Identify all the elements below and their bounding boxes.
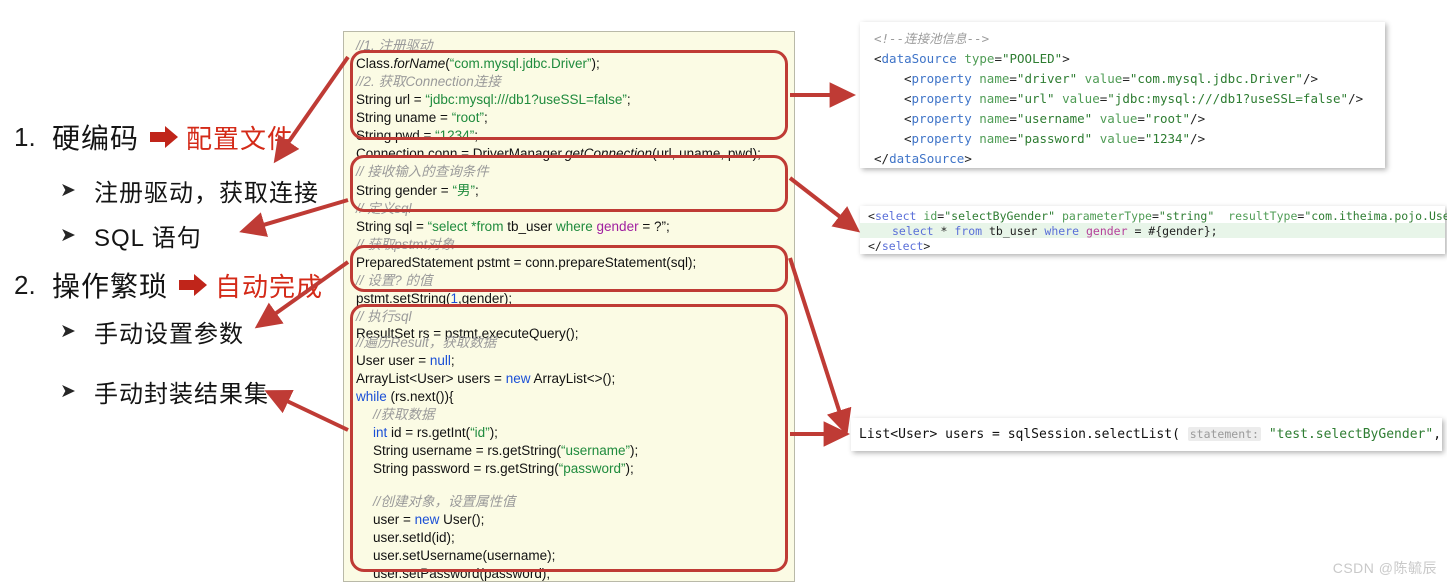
bullet-icon: ➤ xyxy=(60,180,76,201)
outline-item-2: 2. 操作繁琐 自动完成 xyxy=(14,265,323,305)
outline-number: 1. xyxy=(14,121,36,152)
outline-main-text: 硬编码 xyxy=(52,123,140,154)
java-call-card: List<User> users = sqlSession.selectList… xyxy=(851,418,1442,451)
highlight-box-sql xyxy=(350,155,788,212)
outline-subitem-2-2: ➤ 手动封装结果集 xyxy=(60,374,269,409)
xml-datasource-card: <!--连接池信息--> <dataSource type="POOLED"> … xyxy=(860,22,1385,168)
outline-main-text: 操作繁琐 xyxy=(52,271,169,302)
java-arg-statement: "test.selectByGender" xyxy=(1268,427,1434,442)
arrow-sql-to-mapper xyxy=(788,176,861,233)
bullet-icon: ➤ xyxy=(60,225,76,246)
slide-root: 1. 硬编码 配置文件 ➤ 注册驱动，获取连接 ➤ SQL 语句 2. 操作繁琐 xyxy=(0,0,1447,586)
bullet-icon: ➤ xyxy=(60,321,76,342)
java-call-line: List<User> users = sqlSession.selectList… xyxy=(859,427,1447,442)
outline-item-1: 1. 硬编码 配置文件 xyxy=(14,117,294,157)
outline-subitem-1-1: ➤ 注册驱动，获取连接 xyxy=(60,173,319,208)
xml-property-url: <property name="url" value="jdbc:mysql:/… xyxy=(904,91,1364,106)
outline-subitem-2-1: ➤ 手动设置参数 xyxy=(60,314,244,349)
xml-property-driver: <property name="driver" value="com.mysql… xyxy=(904,71,1318,86)
outline-highlight-text: 配置文件 xyxy=(186,123,295,154)
sql-close-tag: </select> xyxy=(868,239,931,253)
outline-sub-text: 注册驱动，获取连接 xyxy=(94,180,319,207)
xml-close-tag: </dataSource> xyxy=(874,151,972,166)
outline-sub-text: 手动封装结果集 xyxy=(94,381,269,408)
highlight-box-params xyxy=(350,245,788,292)
bullet-icon: ➤ xyxy=(60,381,76,402)
outline-sub-text: 手动设置参数 xyxy=(94,321,244,348)
outline-sub-text: SQL 语句 xyxy=(94,225,202,252)
highlight-box-resultset xyxy=(350,304,788,572)
outline-panel: 1. 硬编码 配置文件 ➤ 注册驱动，获取连接 ➤ SQL 语句 2. 操作繁琐 xyxy=(0,0,340,586)
highlight-box-connection xyxy=(350,50,788,140)
java-hint-statement: statement: xyxy=(1187,427,1261,441)
xml-comment: <!--连接池信息--> xyxy=(874,31,990,46)
sql-mapper-card: <select id="selectByGender" parameterTyp… xyxy=(860,206,1447,254)
right-arrow-icon xyxy=(178,272,208,298)
code-line: String sql = “select *from tb_user where… xyxy=(356,219,670,234)
xml-open-tag: <dataSource type="POOLED"> xyxy=(874,51,1070,66)
java-call-prefix: List<User> users = sqlSession.selectList… xyxy=(859,427,1180,442)
outline-highlight-text: 自动完成 xyxy=(215,271,324,302)
right-arrow-icon xyxy=(149,124,179,150)
outline-number: 2. xyxy=(14,269,36,300)
xml-property-password: <property name="password" value="1234"/> xyxy=(904,131,1206,146)
java-comma: , xyxy=(1433,427,1442,442)
sql-statement: select * from tb_user where gender = #{g… xyxy=(892,224,1218,238)
xml-property-username: <property name="username" value="root"/> xyxy=(904,111,1206,126)
watermark: CSDN @陈毓辰 xyxy=(1332,560,1437,576)
outline-subitem-1-2: ➤ SQL 语句 xyxy=(60,218,202,253)
arrow-params-to-java xyxy=(788,257,852,436)
sql-open-tag: <select id="selectByGender" parameterTyp… xyxy=(868,209,1447,223)
